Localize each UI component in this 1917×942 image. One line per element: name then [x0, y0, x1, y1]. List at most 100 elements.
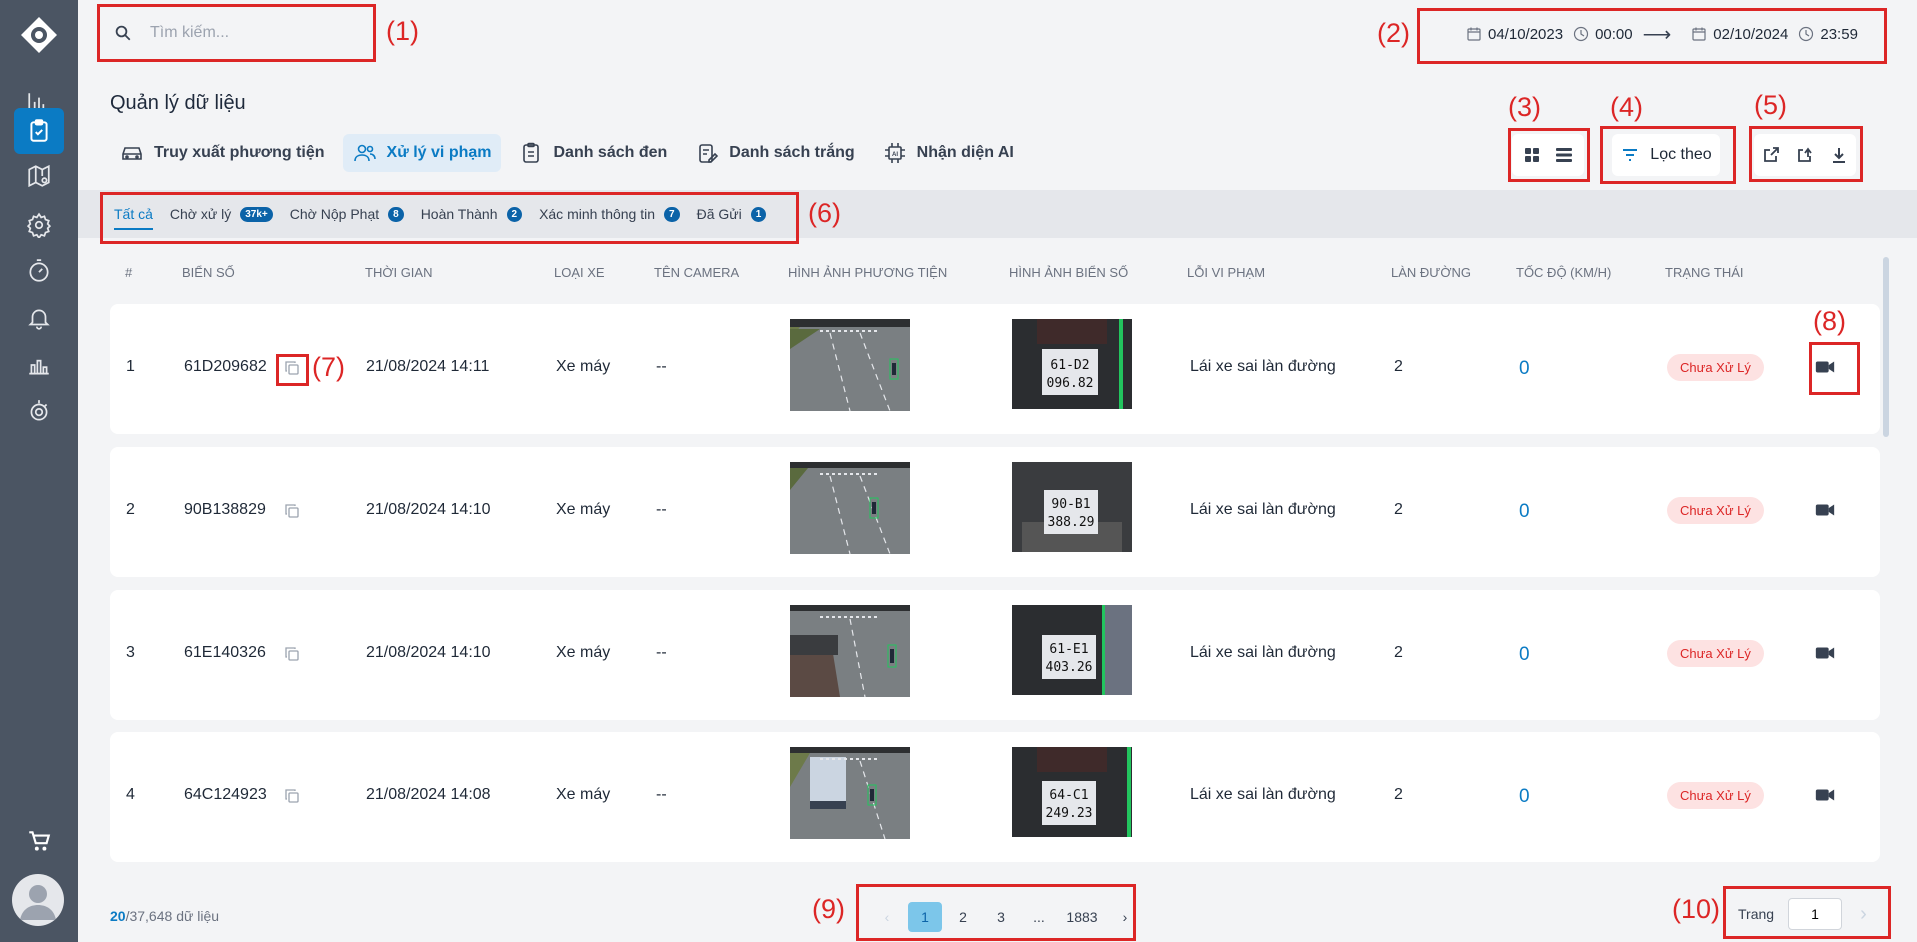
row-number: 4: [126, 786, 135, 803]
annotation-box: [100, 192, 799, 244]
violation-time: 21/08/2024 14:10: [366, 501, 491, 518]
annotation-label: (8): [1813, 306, 1846, 336]
row-number: 3: [126, 644, 135, 661]
nav-timer-icon[interactable]: [14, 248, 64, 294]
plate-text-bottom: 096.82: [1047, 376, 1094, 391]
nav-map-icon[interactable]: [14, 153, 64, 199]
vehicle-image[interactable]: [790, 462, 910, 554]
vehicle-type: Xe máy: [556, 644, 611, 661]
annotation-box: [856, 884, 1136, 941]
plate-text-top: 90-B1: [1051, 497, 1090, 512]
cart-icon[interactable]: [14, 818, 64, 864]
clipboard-edit-icon: [699, 144, 719, 163]
vehicle-image[interactable]: [790, 605, 910, 697]
plate-number: 90B138829: [184, 501, 266, 518]
annotation-label: (7): [312, 352, 345, 382]
column-header: TRẠNG THÁI: [1665, 265, 1744, 280]
nav-stopwatch-icon[interactable]: [14, 388, 64, 434]
column-header: LOẠI XE: [554, 265, 605, 280]
status-badge: Chưa Xử Lý: [1667, 640, 1764, 667]
vehicle-type: Xe máy: [556, 786, 611, 803]
nav-settings-icon[interactable]: [14, 202, 64, 248]
record-count: 20/37,648 dữ liệu: [110, 908, 219, 924]
shown-count: 20: [110, 908, 126, 924]
plate-text-bottom: 249.23: [1046, 806, 1093, 821]
total-count: /37,648: [125, 908, 173, 924]
violation-type: Lái xe sai làn đường: [1190, 501, 1336, 518]
users-icon: [353, 144, 376, 162]
annotation-label: (5): [1754, 90, 1787, 120]
vehicle-image[interactable]: [790, 319, 910, 411]
tab-blacklist[interactable]: Danh sách đen: [509, 134, 677, 172]
nav-clipboard-check-icon[interactable]: [14, 108, 64, 154]
avatar[interactable]: [12, 874, 64, 926]
tab-ai-recognition[interactable]: AI Nhận diện AI: [873, 134, 1024, 172]
video-camera-icon[interactable]: [1814, 784, 1836, 806]
svg-text:AI: AI: [892, 152, 898, 158]
column-header: #: [125, 265, 133, 280]
plate-number: 61D209682: [184, 358, 267, 375]
main-tabs: Truy xuất phương tiện Xử lý vi phạm Danh…: [110, 134, 1032, 172]
copy-icon[interactable]: [284, 503, 300, 519]
annotation-label: (2): [1377, 18, 1410, 48]
annotation-box: [1600, 126, 1736, 184]
vehicle-type: Xe máy: [556, 501, 611, 518]
table-row[interactable]: 3 61E140326 21/08/2024 14:10 Xe máy -- 6…: [110, 590, 1880, 720]
logo-icon[interactable]: [19, 15, 59, 55]
lane: 2: [1394, 644, 1403, 661]
annotation-label: (1): [386, 16, 419, 46]
row-number: 2: [126, 501, 135, 518]
column-header: LÀN ĐƯỜNG: [1391, 265, 1472, 280]
tab-violation-processing[interactable]: Xử lý vi phạm: [342, 134, 502, 172]
clipboard-icon: [523, 142, 540, 163]
vehicle-image[interactable]: [790, 747, 910, 839]
annotation-box: [1723, 886, 1891, 939]
speed: 0: [1519, 644, 1530, 665]
copy-icon[interactable]: [284, 788, 300, 804]
car-icon: [122, 147, 142, 160]
plate-text-top: 64-C1: [1049, 788, 1088, 803]
plate-image[interactable]: 90-B1 388.29: [1012, 462, 1132, 552]
column-header: THỜI GIAN: [365, 265, 433, 280]
lane: 2: [1394, 358, 1403, 375]
annotation-label: (10): [1672, 894, 1721, 924]
annotation-label: (9): [812, 894, 845, 924]
annotation-box: [1749, 126, 1863, 182]
nav-bell-icon[interactable]: [14, 295, 64, 341]
plate-text-bottom: 388.29: [1048, 515, 1095, 530]
vehicle-type: Xe máy: [556, 358, 611, 375]
camera-name: --: [656, 358, 667, 375]
tab-label: Nhận diện AI: [916, 144, 1014, 161]
tab-whitelist[interactable]: Danh sách trắng: [685, 134, 864, 172]
table-row[interactable]: 1 61D209682 21/08/2024 14:11 Xe máy -- 6…: [110, 304, 1880, 434]
table-row[interactable]: 4 64C124923 21/08/2024 14:08 Xe máy -- 6…: [110, 732, 1880, 862]
column-header: HÌNH ẢNH PHƯƠNG TIỆN: [788, 265, 948, 280]
annotation-label: (3): [1508, 92, 1541, 122]
nav-bar-chart-icon[interactable]: [14, 342, 64, 388]
status-badge: Chưa Xử Lý: [1667, 497, 1764, 524]
tab-label: Xử lý vi phạm: [386, 144, 492, 161]
annotation-label: (6): [808, 198, 841, 228]
copy-icon[interactable]: [284, 646, 300, 662]
violation-time: 21/08/2024 14:08: [366, 786, 491, 803]
count-unit: dữ liệu: [176, 908, 220, 924]
plate-image[interactable]: 61-D2 096.82: [1012, 319, 1132, 409]
plate-number: 61E140326: [184, 644, 266, 661]
video-camera-icon[interactable]: [1814, 642, 1836, 664]
plate-image[interactable]: 64-C1 249.23: [1012, 747, 1132, 837]
row-number: 1: [126, 358, 135, 375]
scrollbar[interactable]: [1883, 257, 1889, 437]
status-badge: Chưa Xử Lý: [1667, 354, 1764, 381]
plate-text-top: 61-E1: [1049, 642, 1088, 657]
column-header: TỐC ĐỘ (KM/H): [1516, 265, 1612, 280]
table-row[interactable]: 2 90B138829 21/08/2024 14:10 Xe máy -- 9…: [110, 447, 1880, 577]
video-camera-icon[interactable]: [1814, 499, 1836, 521]
speed: 0: [1519, 501, 1530, 522]
column-header: HÌNH ẢNH BIỂN SỐ: [1009, 265, 1129, 280]
tab-label: Danh sách trắng: [729, 144, 855, 161]
annotation-box: [1417, 8, 1887, 64]
camera-name: --: [656, 644, 667, 661]
sidebar: [0, 0, 78, 942]
tab-vehicle-lookup[interactable]: Truy xuất phương tiện: [110, 134, 335, 172]
plate-image[interactable]: 61-E1 403.26: [1012, 605, 1132, 695]
